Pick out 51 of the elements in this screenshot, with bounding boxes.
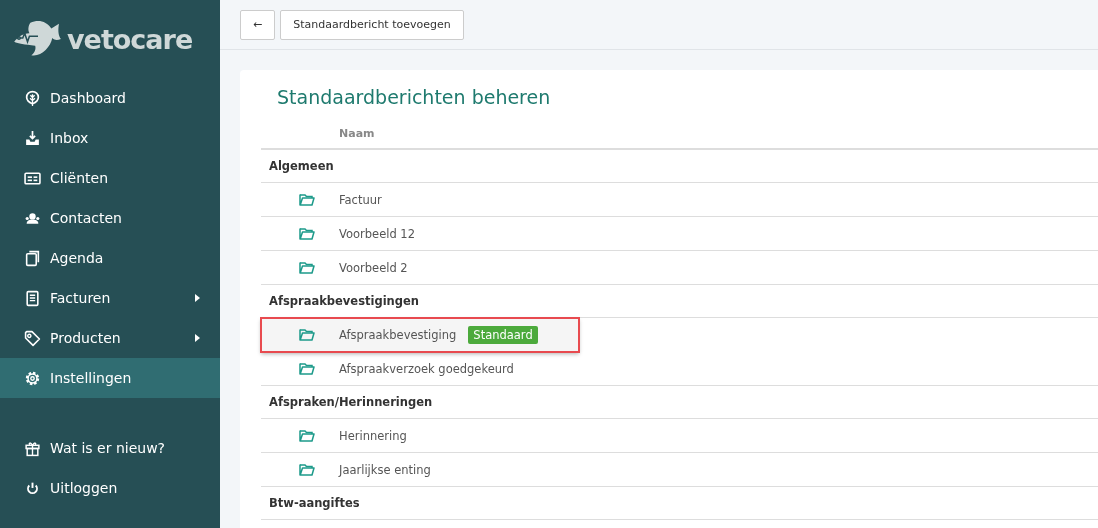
- sidebar-item[interactable]: Inbox: [0, 118, 220, 158]
- add-message-button[interactable]: Standaardbericht toevoegen: [280, 9, 464, 40]
- caret-icon: [195, 334, 200, 342]
- back-button[interactable]: ←: [240, 9, 276, 40]
- folder-icon: [299, 429, 315, 442]
- page-title: Standaardberichten beheren: [277, 86, 552, 108]
- sidebar-item[interactable]: Cliënten: [0, 158, 220, 198]
- table-row[interactable]: Herinnering: [261, 419, 1098, 453]
- folder-icon: [299, 362, 315, 375]
- message-name[interactable]: Herinnering: [339, 428, 407, 443]
- table-row[interactable]: Voorbeeld 2: [261, 251, 1098, 285]
- table-row[interactable]: Voorbeeld 12: [261, 217, 1098, 251]
- folder-icon: [299, 193, 315, 206]
- sidebar-item[interactable]: Agenda: [0, 238, 220, 278]
- column-header: Naam: [339, 126, 375, 140]
- sidebar-item[interactable]: Wat is er nieuw?: [0, 428, 220, 468]
- tag-icon: [24, 329, 41, 347]
- group-heading: Afspraken/Herinneringen: [269, 395, 433, 409]
- leaf-icon: [24, 89, 41, 107]
- gift-icon: [24, 439, 41, 457]
- sidebar-item[interactable]: Dashboard: [0, 78, 220, 118]
- sidebar-item[interactable]: Instellingen: [0, 358, 220, 398]
- table-row[interactable]: Jaarlijkse enting: [261, 453, 1098, 487]
- message-name[interactable]: Afspraakbevestiging: [339, 327, 457, 342]
- caret-icon: [195, 294, 200, 302]
- sidebar-item[interactable]: Contacten: [0, 198, 220, 238]
- message-name[interactable]: Voorbeeld 2: [339, 260, 408, 275]
- folder-icon: [299, 463, 315, 476]
- settings-icon: [24, 369, 41, 387]
- message-name[interactable]: Voorbeeld 12: [339, 226, 415, 241]
- folder-icon: [299, 261, 315, 274]
- message-name[interactable]: Jaarlijkse enting: [339, 462, 431, 477]
- logo-text: vetocare: [67, 23, 193, 55]
- id-card-icon: [24, 169, 41, 187]
- inbox-icon: [24, 129, 41, 147]
- message-name[interactable]: Factuur: [339, 192, 382, 207]
- folder-icon: [299, 328, 315, 341]
- table-row[interactable]: Factuur: [261, 183, 1098, 217]
- folder-icon: [299, 227, 315, 240]
- document-icon: [24, 289, 41, 307]
- table-row[interactable]: Afspraakverzoek goedgekeurd: [261, 352, 1098, 386]
- group-heading: Algemeen: [269, 159, 334, 173]
- sidebar-item[interactable]: Producten: [0, 318, 220, 358]
- message-name[interactable]: Afspraakverzoek goedgekeurd: [339, 361, 514, 376]
- sidebar-item[interactable]: Uitloggen: [0, 468, 220, 508]
- sidebar-item[interactable]: Facturen: [0, 278, 220, 318]
- group-heading: Btw-aangiftes: [269, 496, 360, 510]
- table-row[interactable]: Afspraakbevestiging Standaard: [261, 318, 579, 352]
- book-icon: [24, 249, 41, 267]
- group-heading: Afspraakbevestigingen: [269, 294, 419, 308]
- default-badge: Standaard: [468, 325, 538, 344]
